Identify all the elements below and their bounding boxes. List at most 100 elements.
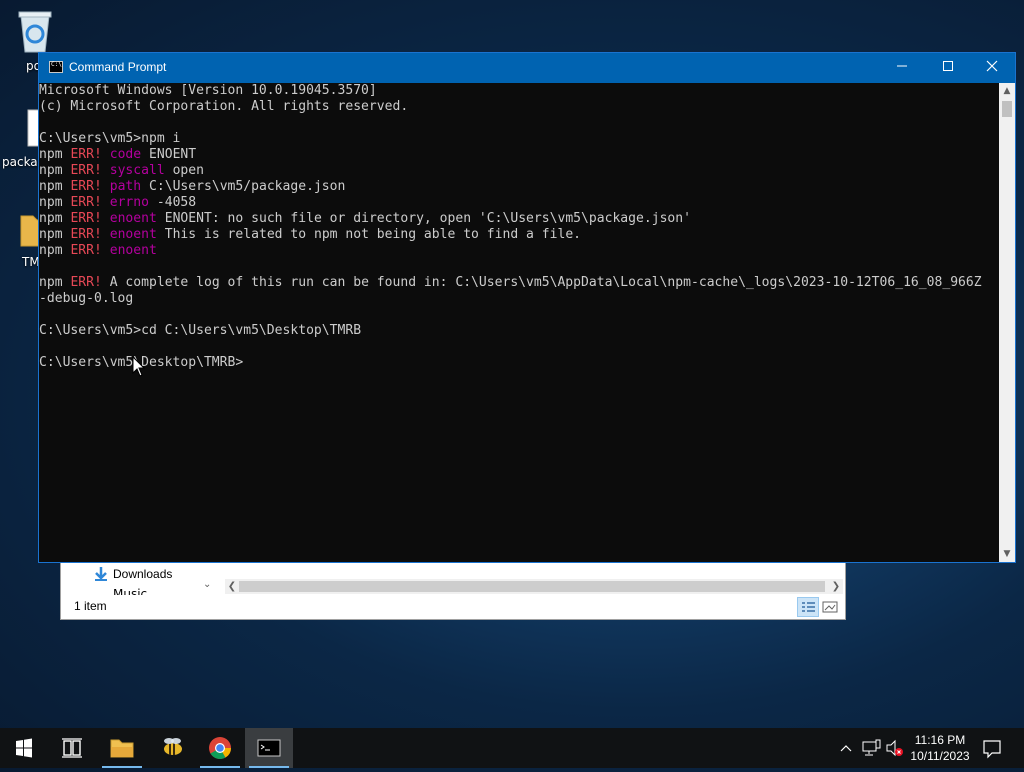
console-line: C:\Users\vm5>cd C:\Users\vm5\Desktop\TMR… (39, 323, 362, 338)
bee-icon (164, 738, 182, 755)
windows-logo-icon (16, 738, 32, 758)
window-title: Command Prompt (69, 60, 167, 74)
console-line: C:\Users\vm5\Desktop\TMRB> (39, 355, 244, 370)
error-tag: ERR! (70, 195, 102, 210)
network-status[interactable] (860, 728, 882, 768)
error-tag: ERR! (70, 275, 102, 290)
console-line: Microsoft Windows [Version 10.0.19045.35… (39, 83, 377, 98)
error-value: open (172, 163, 204, 178)
error-value: C:\Users\vm5/package.json (149, 179, 346, 194)
large-icons-view-button[interactable] (819, 597, 841, 617)
npm-prefix: npm (39, 147, 63, 162)
error-key: code (109, 147, 142, 162)
error-tag: ERR! (70, 211, 102, 226)
error-tag: ERR! (70, 243, 102, 258)
scrollbar-thumb[interactable] (1002, 101, 1012, 117)
cmd-app-icon[interactable] (49, 61, 63, 73)
npm-prefix: npm (39, 275, 63, 290)
console-line: npm ERR! A complete log of this run can … (39, 275, 999, 291)
details-view-icon (802, 602, 815, 612)
error-value: This is related to npm not being able to… (164, 227, 582, 242)
start-button[interactable] (0, 728, 48, 768)
console-line: npm ERR! syscall open (39, 163, 999, 179)
folder-icon (110, 739, 134, 758)
npm-prefix: npm (39, 195, 63, 210)
error-value: ENOENT (149, 147, 197, 162)
navigation-pane: Downloads Music ⌄ (61, 563, 221, 603)
console-line: C:\Users\vm5>npm i (39, 131, 181, 146)
error-key: enoent (109, 243, 157, 258)
console-output[interactable]: Microsoft Windows [Version 10.0.19045.35… (39, 83, 999, 562)
error-value: A complete log of this run can be found … (109, 275, 982, 290)
close-icon (986, 60, 998, 72)
console-line: -debug-0.log (39, 291, 134, 306)
console-line: npm ERR! path C:\Users\vm5/package.json (39, 179, 999, 195)
nav-item-downloads[interactable]: Downloads (113, 567, 172, 581)
minimize-button[interactable] (879, 53, 925, 83)
chevron-up-icon (840, 745, 852, 752)
taskbar-command-prompt[interactable] (245, 728, 293, 768)
clock-date: 10/11/2023 (910, 749, 970, 763)
task-view-icon (62, 738, 82, 758)
download-arrow-icon (95, 567, 107, 581)
file-explorer-window: Downloads Music ⌄ ❮ ❯ 1 item (60, 562, 846, 620)
npm-prefix: npm (39, 227, 63, 242)
console-line: npm ERR! code ENOENT (39, 147, 999, 163)
error-key: path (109, 179, 142, 194)
console-line: npm ERR! enoent (39, 243, 999, 259)
network-icon (862, 739, 881, 756)
taskbar-app-bee[interactable] (148, 728, 196, 768)
maximize-icon (943, 61, 953, 71)
error-tag: ERR! (70, 227, 102, 242)
console-line: npm ERR! enoent This is related to npm n… (39, 227, 999, 243)
error-tag: ERR! (70, 179, 102, 194)
npm-prefix: npm (39, 211, 63, 226)
scroll-down-arrow-icon[interactable]: ▼ (999, 546, 1015, 562)
notification-icon (983, 740, 1001, 759)
system-clock[interactable]: 11:16 PM 10/11/2023 (898, 732, 982, 764)
horizontal-scrollbar[interactable]: ❮ ❯ (225, 579, 843, 594)
minimize-icon (897, 65, 907, 67)
scroll-right-arrow-icon[interactable]: ❯ (829, 579, 843, 594)
console-line: npm ERR! errno -4058 (39, 195, 999, 211)
scroll-up-arrow-icon[interactable]: ▲ (999, 83, 1015, 99)
task-view-button[interactable] (48, 728, 96, 768)
close-button[interactable] (969, 53, 1015, 83)
command-prompt-window[interactable]: Command Prompt Microsoft Windows [Versio… (38, 52, 1016, 563)
action-center-button[interactable] (980, 728, 1004, 768)
recycle-bin-icon (18, 11, 52, 53)
taskbar-file-explorer[interactable] (98, 728, 146, 768)
error-value: -4058 (156, 195, 197, 210)
chrome-icon (209, 737, 231, 759)
status-item-count: 1 item (74, 599, 107, 613)
npm-prefix: npm (39, 243, 63, 258)
npm-prefix: npm (39, 179, 63, 194)
title-bar[interactable]: Command Prompt (39, 53, 1015, 83)
scroll-left-arrow-icon[interactable]: ❮ (225, 579, 239, 594)
collapse-chevron-icon[interactable]: ⌄ (203, 579, 211, 590)
error-key: errno (109, 195, 149, 210)
details-view-button[interactable] (797, 597, 819, 617)
maximize-button[interactable] (925, 53, 971, 83)
error-value: ENOENT: no such file or directory, open … (164, 211, 691, 226)
error-key: enoent (109, 211, 157, 226)
taskbar-chrome[interactable] (196, 728, 244, 768)
large-icons-view-icon (822, 601, 838, 613)
scrollbar-thumb[interactable] (239, 581, 825, 592)
console-line: npm ERR! enoent ENOENT: no such file or … (39, 211, 999, 227)
nav-item-music[interactable]: Music (113, 587, 147, 595)
npm-prefix: npm (39, 163, 63, 178)
show-hidden-icons-button[interactable] (838, 728, 854, 768)
error-tag: ERR! (70, 147, 102, 162)
error-key: syscall (109, 163, 165, 178)
error-tag: ERR! (70, 163, 102, 178)
clock-time: 11:16 PM (914, 733, 966, 747)
error-key: enoent (109, 227, 157, 242)
taskbar: 11:16 PM 10/11/2023 (0, 728, 1024, 768)
terminal-icon (257, 739, 281, 757)
vertical-scrollbar[interactable]: ▲ ▼ (999, 83, 1015, 562)
